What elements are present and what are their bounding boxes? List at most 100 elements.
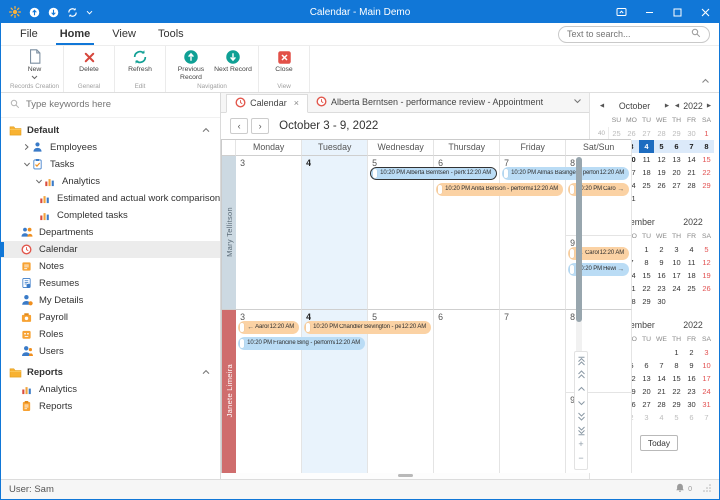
calendar-day[interactable]: 30 xyxy=(654,295,669,308)
calendar-day[interactable]: 4 xyxy=(639,140,654,153)
appointment-almas-basinger-performan[interactable]: 10:20 PMAlmas Basinger - performan...12:… xyxy=(502,167,629,180)
refresh-white-icon[interactable] xyxy=(67,7,78,18)
calendar-day[interactable]: 18 xyxy=(684,269,699,282)
new-button[interactable]: New xyxy=(14,46,56,82)
calendar-day[interactable]: 2 xyxy=(684,346,699,359)
calendar-day[interactable]: 27 xyxy=(639,398,654,411)
calendar-day[interactable]: 19 xyxy=(699,269,714,282)
calendar-day[interactable]: 23 xyxy=(654,282,669,295)
splitter-handle[interactable] xyxy=(398,474,413,477)
calendar-day[interactable]: 25 xyxy=(684,282,699,295)
prev-year-icon[interactable]: ◀ xyxy=(672,103,682,109)
collapse-ribbon-icon[interactable] xyxy=(701,71,710,89)
calendar-day[interactable]: 21 xyxy=(684,166,699,179)
calendar-day[interactable]: 7 xyxy=(654,359,669,372)
calendar-day[interactable]: 16 xyxy=(684,372,699,385)
scroll-prev-page-button[interactable] xyxy=(577,368,586,382)
next-year-icon[interactable]: ▶ xyxy=(704,103,714,109)
calendar-day[interactable]: 30 xyxy=(684,398,699,411)
calendar-day[interactable]: 15 xyxy=(699,153,714,166)
calendar-day[interactable]: 29 xyxy=(699,179,714,192)
record-up-icon[interactable] xyxy=(29,7,40,18)
ribbon-tab-home[interactable]: Home xyxy=(49,23,102,45)
appointment-alberta-berntsen-performa[interactable]: 10:20 PMAlberta Berntsen - performa...12… xyxy=(370,167,497,180)
calendar-day[interactable]: 11 xyxy=(639,153,654,166)
scroll-next-page-button[interactable] xyxy=(577,410,586,424)
ribbon-tab-tools[interactable]: Tools xyxy=(147,23,195,45)
day-cell-7[interactable]: 7 xyxy=(500,310,566,473)
calendar-day[interactable]: 24 xyxy=(699,385,714,398)
calendar-day[interactable]: 23 xyxy=(684,385,699,398)
calendar-day[interactable]: 3 xyxy=(639,411,654,424)
sidebar-item-analytics[interactable]: Analytics xyxy=(1,173,220,190)
expander-down-icon[interactable] xyxy=(33,178,44,185)
calendar-day[interactable]: 28 xyxy=(684,179,699,192)
calendar-day[interactable]: 2 xyxy=(654,243,669,256)
calendar-day[interactable]: 28 xyxy=(654,127,669,140)
sidebar-search-box[interactable] xyxy=(1,93,220,118)
calendar-day[interactable]: 8 xyxy=(639,256,654,269)
calendar-day[interactable]: 5 xyxy=(699,243,714,256)
calendar-day[interactable]: 6 xyxy=(669,140,684,153)
calendar-day[interactable]: 13 xyxy=(669,153,684,166)
day-cell-4[interactable]: 4 xyxy=(302,310,368,473)
appointment-aaron[interactable]: ←Aaron ...12:20 AM xyxy=(238,321,299,334)
day-cell-5[interactable]: 5 xyxy=(368,310,434,473)
sidebar-item-reports[interactable]: Reports xyxy=(1,398,220,415)
scroll-down-button[interactable] xyxy=(577,396,586,410)
sidebar-item-default[interactable]: Default xyxy=(1,122,220,139)
ribbon-tab-file[interactable]: File xyxy=(9,23,49,45)
calendar-day[interactable]: 22 xyxy=(699,166,714,179)
sidebar-search-input[interactable] xyxy=(26,99,211,110)
delete-button[interactable]: Delete xyxy=(68,46,110,82)
calendar-day[interactable]: 15 xyxy=(669,372,684,385)
calendar-day[interactable]: 7 xyxy=(699,411,714,424)
day-cell-4[interactable]: 4 xyxy=(302,156,368,310)
day-cell-3[interactable]: 3 xyxy=(236,156,302,310)
calendar-day[interactable]: 30 xyxy=(684,127,699,140)
close-button[interactable]: Close xyxy=(263,46,305,82)
collapse-section-icon[interactable] xyxy=(202,369,210,375)
collapse-section-icon[interactable] xyxy=(202,127,210,133)
calendar-day[interactable]: 14 xyxy=(684,153,699,166)
calendar-day[interactable]: 27 xyxy=(639,127,654,140)
calendar-day[interactable]: 24 xyxy=(669,282,684,295)
calendar-day[interactable]: 1 xyxy=(669,346,684,359)
calendar-day[interactable]: 1 xyxy=(639,243,654,256)
sidebar-item-notes[interactable]: Notes xyxy=(1,258,220,275)
record-down-icon[interactable] xyxy=(48,7,59,18)
today-button[interactable]: Today xyxy=(640,435,678,451)
zoom-out-button[interactable]: − xyxy=(578,452,583,466)
calendar-day[interactable]: 12 xyxy=(699,256,714,269)
calendar-day[interactable]: 22 xyxy=(639,282,654,295)
calendar-day[interactable]: 7 xyxy=(684,140,699,153)
calendar-day[interactable]: 29 xyxy=(639,295,654,308)
calendar-day[interactable]: 18 xyxy=(639,166,654,179)
calendar-day[interactable]: 8 xyxy=(699,140,714,153)
close-button[interactable] xyxy=(691,1,719,23)
calendar-day[interactable]: 12 xyxy=(654,153,669,166)
qat-dropdown-icon[interactable] xyxy=(86,10,93,15)
calendar-day[interactable]: 27 xyxy=(669,179,684,192)
ribbon-search-box[interactable] xyxy=(558,26,710,43)
scroll-first-button[interactable] xyxy=(577,354,586,368)
calendar-day[interactable]: 10 xyxy=(699,359,714,372)
calendar-day[interactable]: 16 xyxy=(654,269,669,282)
next-week-button[interactable]: › xyxy=(251,118,269,134)
resize-grip-icon[interactable] xyxy=(703,484,711,495)
sidebar-item-roles[interactable]: Roles xyxy=(1,326,220,343)
calendar-day[interactable]: 29 xyxy=(669,398,684,411)
calendar-day[interactable]: 4 xyxy=(654,411,669,424)
calendar-day[interactable]: 20 xyxy=(669,166,684,179)
dropdown-chevron-icon[interactable] xyxy=(31,74,38,80)
maximize-button[interactable] xyxy=(663,1,691,23)
calendar-day[interactable]: 17 xyxy=(699,372,714,385)
day-cell-6[interactable]: 6 xyxy=(434,310,500,473)
calendar-day[interactable]: 26 xyxy=(699,282,714,295)
calendar-day[interactable]: 5 xyxy=(669,411,684,424)
calendar-day[interactable]: 11 xyxy=(684,256,699,269)
calendar-day[interactable]: 22 xyxy=(669,385,684,398)
day-cell-3[interactable]: 3 xyxy=(236,310,302,473)
ribbon-options-button[interactable] xyxy=(607,1,635,23)
calendar-day[interactable]: 21 xyxy=(654,385,669,398)
